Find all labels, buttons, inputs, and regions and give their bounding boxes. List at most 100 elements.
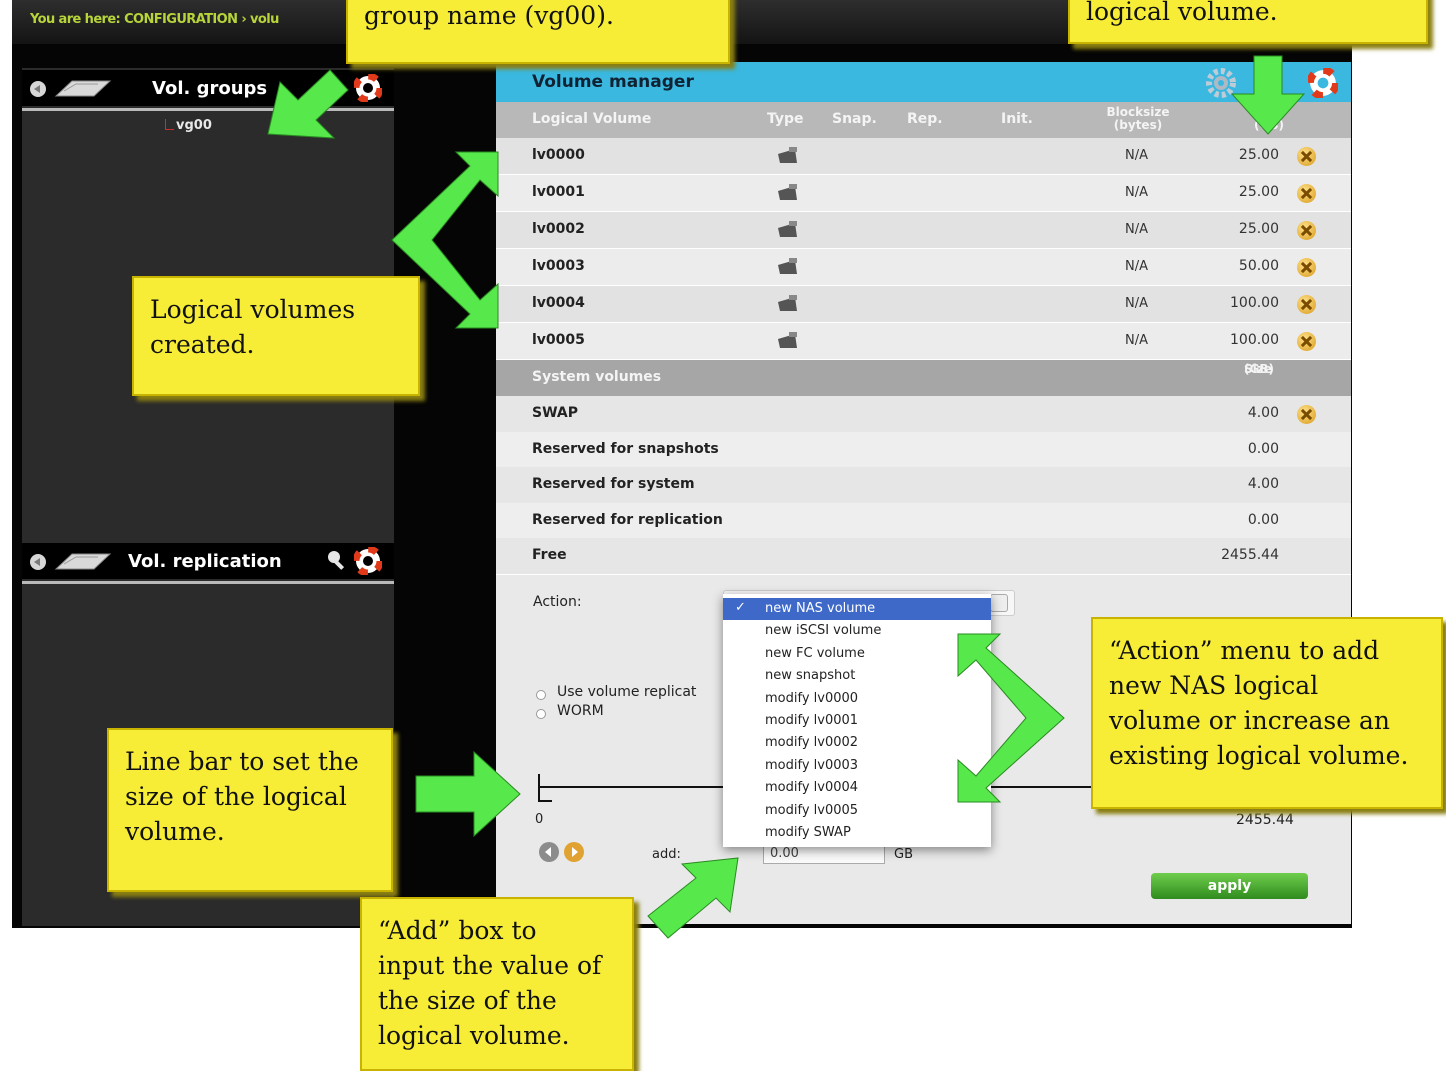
system-volume-name: Reserved for replication xyxy=(532,511,723,528)
delete-icon[interactable] xyxy=(1297,405,1316,424)
action-label: Action: xyxy=(533,594,582,610)
action-option-label: new FC volume xyxy=(765,645,865,661)
worm-checkbox-label: WORM xyxy=(557,703,604,719)
apply-button[interactable]: apply xyxy=(1151,873,1308,899)
callout-line-bar-text: Line bar to set the size of the logical … xyxy=(125,747,359,846)
system-volume-size: 2455.44 xyxy=(1221,547,1279,563)
delete-icon[interactable] xyxy=(1297,332,1316,351)
action-option-label: modify lv0003 xyxy=(765,757,859,773)
vol-replication-title: Vol. replication xyxy=(128,551,282,572)
action-option-label: modify SWAP xyxy=(765,825,851,840)
volume-name[interactable]: lv0002 xyxy=(532,221,585,237)
system-volume-name: Reserved for system xyxy=(532,476,695,492)
volume-size: 25.00 xyxy=(1238,147,1279,163)
system-volume-row: Reserved for replication 0.00 xyxy=(496,502,1351,540)
action-option[interactable]: ✓ new NAS volume xyxy=(723,598,991,620)
unit-label: GB xyxy=(894,847,913,862)
system-volume-name: Free xyxy=(532,547,567,563)
system-volume-row: SWAP 4.00 xyxy=(496,396,1351,433)
table-row[interactable]: lv0001 N/A 25.00 xyxy=(496,175,1351,212)
action-option-label: new snapshot xyxy=(765,668,856,684)
decrease-button[interactable] xyxy=(538,841,560,863)
slider-max-value: 2455.44 xyxy=(1236,812,1294,828)
system-size-unit: (GB) xyxy=(1244,362,1274,376)
bracket-arrow-icon xyxy=(957,633,1065,803)
volume-manager-title: Volume manager xyxy=(532,72,694,92)
system-volume-name: SWAP xyxy=(532,405,578,421)
replication-checkbox[interactable] xyxy=(536,690,546,700)
system-volume-name: Reserved for snapshots xyxy=(532,440,719,457)
slider-min-value: 0 xyxy=(535,812,544,827)
volume-manager-titlebar: Volume manager xyxy=(496,62,1351,102)
worm-checkbox[interactable] xyxy=(536,709,546,719)
action-option-label: modify lv0001 xyxy=(765,713,859,728)
callout-top-right: logical volume. xyxy=(1068,0,1428,44)
table-row[interactable]: lv0005 N/A 100.00 xyxy=(496,323,1351,360)
table-row[interactable]: lv0002 N/A 25.00 xyxy=(496,212,1351,249)
volume-size: 25.00 xyxy=(1238,221,1279,237)
system-volume-row: Reserved for snapshots 0.00 xyxy=(496,431,1351,469)
volume-name[interactable]: lv0004 xyxy=(532,295,585,311)
table-row[interactable]: lv0004 N/A 100.00 xyxy=(496,286,1351,323)
increase-button[interactable] xyxy=(563,841,585,863)
callout-action-menu: “Action” menu to add new NAS logical vol… xyxy=(1091,617,1443,809)
replication-checkbox-label: Use volume replicat xyxy=(557,684,697,700)
nas-volume-type-icon xyxy=(778,295,797,311)
column-blocksize-unit: (bytes) xyxy=(1113,118,1163,132)
bracket-arrow-icon xyxy=(391,151,499,329)
system-volume-size: 4.00 xyxy=(1247,405,1279,421)
volume-blocksize: N/A xyxy=(1125,333,1148,348)
column-blocksize: Blocksize (bytes) xyxy=(1092,106,1184,132)
delete-icon[interactable] xyxy=(1297,221,1316,240)
volume-blocksize: N/A xyxy=(1125,148,1148,163)
callout-add-box: “Add” box to input the value of the size… xyxy=(360,897,634,1071)
action-option[interactable]: modify SWAP xyxy=(723,822,991,844)
volume-name[interactable]: lv0005 xyxy=(532,332,585,348)
help-lifebuoy-icon[interactable] xyxy=(1308,68,1338,98)
callout-line-bar: Line bar to set the size of the logical … xyxy=(107,728,393,892)
volume-blocksize: N/A xyxy=(1125,222,1148,237)
wrench-icon[interactable] xyxy=(326,549,348,571)
volume-name[interactable]: lv0000 xyxy=(532,147,585,163)
vol-replication-header: Vol. replication xyxy=(22,543,394,579)
action-option-label: new NAS volume xyxy=(765,601,876,616)
nas-volume-type-icon xyxy=(778,221,797,237)
help-lifebuoy-icon[interactable] xyxy=(354,74,382,102)
callout-logical-volumes-text: Logical volumes created. xyxy=(150,295,356,359)
volume-size: 25.00 xyxy=(1238,184,1279,200)
arrow-right-icon xyxy=(415,750,521,838)
storage-disk-icon xyxy=(30,553,112,570)
help-lifebuoy-icon[interactable] xyxy=(354,547,382,575)
delete-icon[interactable] xyxy=(1297,184,1316,203)
volume-size: 100.00 xyxy=(1230,295,1279,311)
table-row[interactable]: lv0003 N/A 50.00 xyxy=(496,249,1351,286)
action-option-label: modify lv0002 xyxy=(765,735,859,751)
callout-add-box-text: “Add” box to input the value of the size… xyxy=(378,916,602,1050)
tree-connector xyxy=(165,119,174,130)
delete-icon[interactable] xyxy=(1297,147,1316,166)
callout-top-right-text: logical volume. xyxy=(1086,0,1278,26)
checkmark-icon: ✓ xyxy=(735,600,746,615)
nas-volume-type-icon xyxy=(778,258,797,274)
system-volume-row: Reserved for system 4.00 xyxy=(496,467,1351,504)
delete-icon[interactable] xyxy=(1297,295,1316,314)
size-slider-handle[interactable] xyxy=(538,774,552,802)
table-row[interactable]: lv0000 N/A 25.00 xyxy=(496,138,1351,175)
volume-blocksize: N/A xyxy=(1125,259,1148,274)
action-option-label: modify lv0000 xyxy=(765,690,859,706)
system-volumes-label: System volumes xyxy=(532,369,662,385)
callout-action-menu-text: “Action” menu to add new NAS logical vol… xyxy=(1109,636,1409,770)
select-arrows-icon[interactable] xyxy=(990,594,1008,612)
vol-groups-title: Vol. groups xyxy=(152,78,268,99)
column-rep: Rep. xyxy=(907,111,943,127)
system-volume-row: Free 2455.44 xyxy=(496,538,1351,575)
breadcrumb: You are here: CONFIGURATION › volu xyxy=(30,12,279,27)
delete-icon[interactable] xyxy=(1297,258,1316,277)
volume-name[interactable]: lv0001 xyxy=(532,184,585,200)
logical-volume-table-header: Logical Volume Type Snap. Rep. Init. Blo… xyxy=(496,102,1351,138)
volume-group-vg00[interactable]: vg00 xyxy=(176,118,212,133)
volume-name[interactable]: lv0003 xyxy=(532,258,585,274)
callout-group-name-text: group name (vg00). xyxy=(364,1,614,30)
header-divider xyxy=(22,581,394,584)
column-logical-volume: Logical Volume xyxy=(532,111,652,127)
